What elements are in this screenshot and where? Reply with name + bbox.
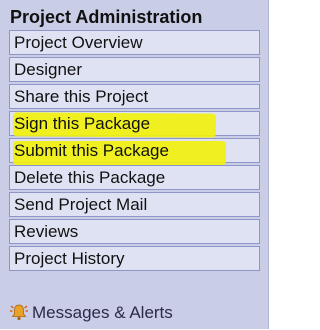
menu-item-reviews[interactable]: Reviews <box>9 219 260 244</box>
menu-item-label: Send Project Mail <box>14 195 148 214</box>
messages-alerts-label: Messages & Alerts <box>32 303 173 322</box>
menu-item-label: Project History <box>14 249 125 268</box>
menu-item-label: Submit this Package <box>14 141 169 160</box>
menu-item-designer[interactable]: Designer <box>9 57 260 82</box>
menu-item-label: Project Overview <box>14 33 143 52</box>
menu-item-label: Share this Project <box>14 87 149 106</box>
menu-item-delete-package[interactable]: Delete this Package <box>9 165 260 190</box>
menu-item-sign-package[interactable]: Sign this Package <box>9 111 260 138</box>
bell-alert-icon <box>9 302 29 322</box>
messages-alerts-link[interactable]: Messages & Alerts <box>9 300 260 326</box>
menu-item-label: Designer <box>14 60 83 79</box>
menu-item-project-overview[interactable]: Project Overview <box>9 30 260 55</box>
menu-item-send-project-mail[interactable]: Send Project Mail <box>9 192 260 217</box>
project-admin-panel: Project Administration Project Overview … <box>0 0 269 329</box>
menu-item-label: Reviews <box>14 222 79 241</box>
menu-item-label: Sign this Package <box>14 114 151 133</box>
menu-item-submit-package[interactable]: Submit this Package <box>9 138 260 165</box>
menu-item-project-history[interactable]: Project History <box>9 246 260 271</box>
menu-item-label: Delete this Package <box>14 168 166 187</box>
menu-item-share-project[interactable]: Share this Project <box>9 84 260 109</box>
admin-menu: Project Overview Designer Share this Pro… <box>9 30 260 273</box>
panel-title: Project Administration <box>10 7 203 27</box>
